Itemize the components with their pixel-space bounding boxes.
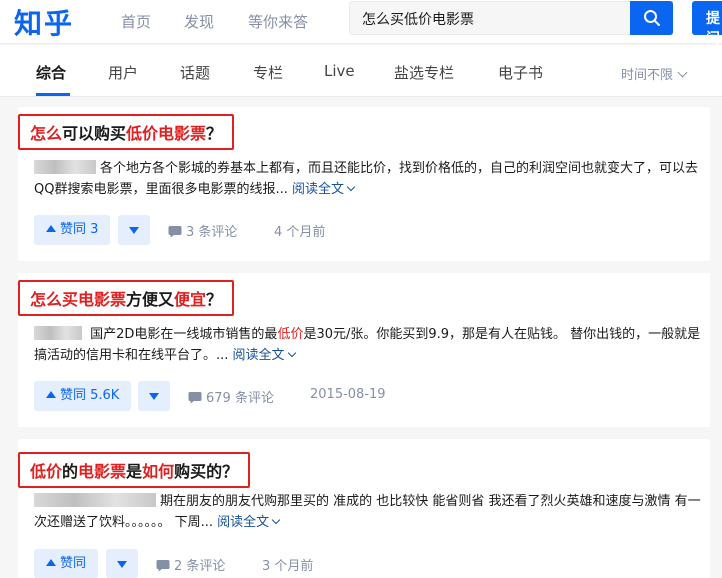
top-bar: 知乎 首页 发现 等你来答 怎么买低价电影票 提问	[0, 0, 722, 47]
read-more-label: 阅读全文	[292, 182, 345, 197]
vote-count: 赞同	[60, 556, 87, 571]
nav-home[interactable]: 首页	[121, 11, 151, 32]
time-filter-dropdown[interactable]: 时间不限	[621, 64, 688, 83]
title-text: 可以购买	[62, 124, 127, 143]
title-highlight: 如何	[142, 462, 175, 481]
result-title[interactable]: 怎么买电影票方便又便宜？	[18, 280, 235, 316]
title-highlight: 怎么买电影票	[30, 290, 127, 309]
chevron-down-icon	[271, 515, 281, 525]
excerpt-text: 国产2D电影在一线城市销售的最	[90, 327, 278, 342]
zhihu-logo[interactable]: 知乎	[14, 2, 74, 42]
result-card: 怎么可以购买低价电影票？ 各个地方各个影城的券基本上都有，而且还能比价，找到价格…	[18, 107, 710, 261]
nav-waiting-answers[interactable]: 等你来答	[248, 11, 308, 32]
read-more-link[interactable]: 阅读全文	[292, 182, 356, 197]
nav-explore[interactable]: 发现	[184, 11, 214, 32]
search-tabs: 综合 用户 话题 专栏 Live 盐选专栏 电子书 时间不限	[0, 45, 722, 97]
search-input[interactable]: 怎么买低价电影票	[349, 1, 673, 35]
title-text: 的	[62, 462, 79, 481]
search-button[interactable]	[630, 1, 673, 35]
tab-live[interactable]: Live	[324, 62, 355, 80]
vote-count: 赞同 3	[60, 222, 99, 237]
excerpt-text: 各个地方各个影城的券基本上都有，而且还能比价，找到价格低的，自己的利润空间也就变…	[34, 161, 699, 197]
tab-columns[interactable]: 专栏	[253, 62, 283, 83]
vote-down-button[interactable]	[138, 381, 170, 411]
chevron-down-icon	[346, 182, 356, 192]
result-time: 2015-08-19	[310, 387, 386, 402]
title-text: ？	[206, 290, 223, 309]
read-more-label: 阅读全文	[232, 348, 285, 363]
tab-premium-columns[interactable]: 盐选专栏	[394, 62, 454, 83]
tab-users[interactable]: 用户	[108, 62, 138, 83]
title-highlight: 电影票	[78, 462, 127, 481]
vote-up-button[interactable]: 赞同 3	[34, 215, 111, 245]
result-actions: 赞同 3 3 条评论 4 个月前	[34, 215, 694, 245]
triangle-up-icon	[46, 225, 56, 232]
comments-button[interactable]: 2 条评论	[156, 555, 225, 574]
tab-ebooks[interactable]: 电子书	[498, 62, 543, 83]
comments-button[interactable]: 3 条评论	[168, 221, 237, 240]
title-highlight: 低价电影票	[126, 124, 207, 143]
tab-all[interactable]: 综合	[36, 62, 66, 83]
search-icon	[644, 10, 660, 26]
title-highlight: 低价	[30, 462, 63, 481]
triangle-down-icon	[129, 227, 139, 234]
title-highlight: 便宜	[174, 290, 207, 309]
result-title[interactable]: 低价的电影票是如何购买的？	[18, 452, 251, 488]
result-excerpt[interactable]: 国产2D电影在一线城市销售的最低价是30元/张。你能买到9.9，那是有人在贴钱。…	[34, 324, 702, 366]
title-text: 购买的？	[174, 462, 239, 481]
result-excerpt[interactable]: 各个地方各个影城的券基本上都有，而且还能比价，找到价格低的，自己的利润空间也就变…	[34, 158, 702, 200]
result-card: 怎么买电影票方便又便宜？ 国产2D电影在一线城市销售的最低价是30元/张。你能买…	[18, 273, 710, 427]
triangle-down-icon	[149, 393, 159, 400]
comments-count: 679 条评论	[206, 391, 274, 406]
title-text: ？	[206, 124, 223, 143]
time-filter-label: 时间不限	[621, 68, 674, 83]
title-highlight: 怎么	[30, 124, 63, 143]
result-time: 4 个月前	[274, 225, 326, 240]
result-excerpt[interactable]: 期在朋友的朋友代购那里买的 准成的 也比较快 能省则省 我还看了烈火英雄和速度与…	[34, 491, 702, 533]
title-text: 方便又	[126, 290, 175, 309]
vote-count: 赞同 5.6K	[60, 388, 120, 403]
read-more-link[interactable]: 阅读全文	[217, 515, 281, 530]
search-input-value: 怎么买低价电影票	[362, 12, 474, 28]
comment-icon	[156, 560, 170, 572]
result-time: 3 个月前	[262, 559, 314, 574]
comments-button[interactable]: 679 条评论	[188, 387, 274, 406]
vote-down-button[interactable]	[106, 549, 138, 578]
comment-icon	[168, 226, 182, 238]
triangle-up-icon	[46, 559, 56, 566]
title-text: 是	[126, 462, 143, 481]
read-more-label: 阅读全文	[217, 515, 270, 530]
triangle-down-icon	[117, 561, 127, 568]
comments-count: 2 条评论	[174, 559, 226, 574]
result-card: 低价的电影票是如何购买的？ 期在朋友的朋友代购那里买的 准成的 也比较快 能省则…	[18, 439, 710, 578]
result-actions: 赞同 5.6K 679 条评论 2015-08-19	[34, 381, 694, 411]
triangle-up-icon	[46, 391, 56, 398]
chevron-down-icon	[677, 67, 688, 78]
vote-up-button[interactable]: 赞同 5.6K	[34, 381, 132, 411]
tab-topics[interactable]: 话题	[180, 62, 210, 83]
blurred-author	[34, 160, 96, 174]
blurred-author	[34, 326, 82, 340]
result-actions: 赞同 2 条评论 3 个月前	[34, 549, 694, 578]
vote-up-button[interactable]: 赞同	[34, 549, 99, 578]
blurred-author	[34, 493, 156, 507]
excerpt-highlight: 低价	[277, 327, 304, 342]
ask-button[interactable]: 提问	[692, 1, 722, 47]
comments-count: 3 条评论	[186, 225, 238, 240]
comment-icon	[188, 392, 202, 404]
result-title[interactable]: 怎么可以购买低价电影票？	[18, 114, 235, 150]
chevron-down-icon	[287, 348, 296, 358]
active-tab-indicator	[36, 93, 70, 96]
read-more-link[interactable]: 阅读全文	[232, 348, 296, 363]
vote-down-button[interactable]	[118, 215, 150, 245]
